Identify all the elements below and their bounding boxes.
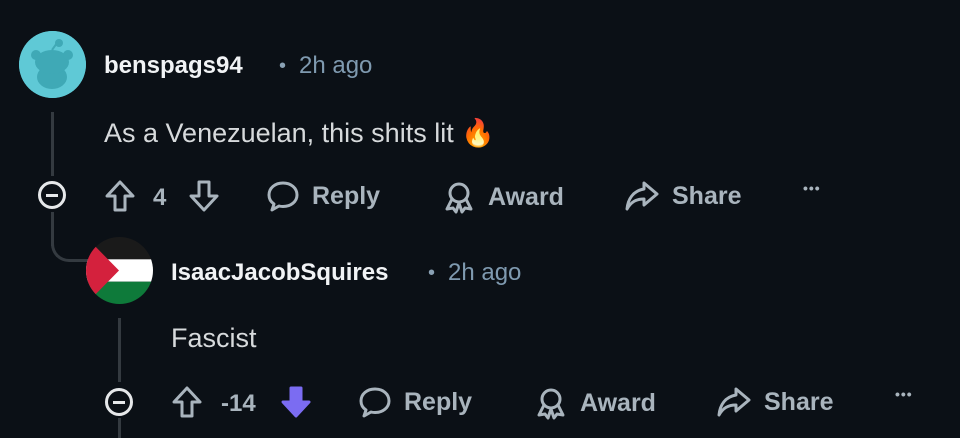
thread-line	[51, 112, 54, 176]
reply-icon	[266, 180, 300, 212]
more-icon[interactable]: •••	[803, 180, 821, 196]
upvote-icon[interactable]	[104, 179, 136, 218]
vote-score: 4	[153, 184, 167, 211]
comment-username[interactable]: IsaacJacobSquires	[171, 259, 388, 287]
reply-label: Reply	[312, 181, 381, 210]
award-button[interactable]: Award	[534, 386, 656, 420]
meta-separator: •	[279, 55, 287, 77]
thread-connector	[51, 220, 89, 262]
comment-username[interactable]: benspags94	[104, 52, 243, 80]
downvote-icon[interactable]	[188, 179, 220, 218]
more-icon[interactable]: •••	[895, 386, 913, 402]
reply-icon	[358, 386, 392, 418]
share-button[interactable]: Share	[716, 386, 833, 418]
share-icon	[624, 180, 660, 212]
share-label: Share	[672, 181, 742, 210]
upvote-icon[interactable]	[171, 385, 203, 424]
vote-score: -14	[221, 390, 256, 417]
share-icon	[716, 386, 752, 418]
award-label: Award	[580, 388, 656, 417]
snoo-avatar-icon[interactable]	[19, 31, 86, 98]
comment-timestamp: 2h ago	[448, 259, 522, 286]
thread-line	[118, 318, 121, 382]
share-button[interactable]: Share	[624, 180, 741, 212]
reply-label: Reply	[404, 387, 473, 416]
reply-button[interactable]: Reply	[266, 180, 380, 212]
award-label: Award	[488, 182, 564, 211]
reply-button[interactable]: Reply	[358, 386, 472, 418]
palestine-flag-avatar[interactable]	[86, 237, 153, 304]
downvote-icon-active[interactable]	[280, 385, 312, 424]
comment-body: Fascist	[171, 323, 257, 353]
award-button[interactable]: Award	[442, 180, 564, 214]
share-label: Share	[764, 387, 834, 416]
collapse-icon[interactable]	[105, 388, 133, 416]
collapse-icon[interactable]	[38, 181, 66, 209]
award-icon	[442, 180, 476, 214]
comment-body: As a Venezuelan, this shits lit 🔥	[104, 118, 495, 148]
comment-timestamp: 2h ago	[299, 52, 373, 79]
thread-line	[118, 418, 121, 438]
award-icon	[534, 386, 568, 420]
meta-separator: •	[428, 262, 436, 284]
